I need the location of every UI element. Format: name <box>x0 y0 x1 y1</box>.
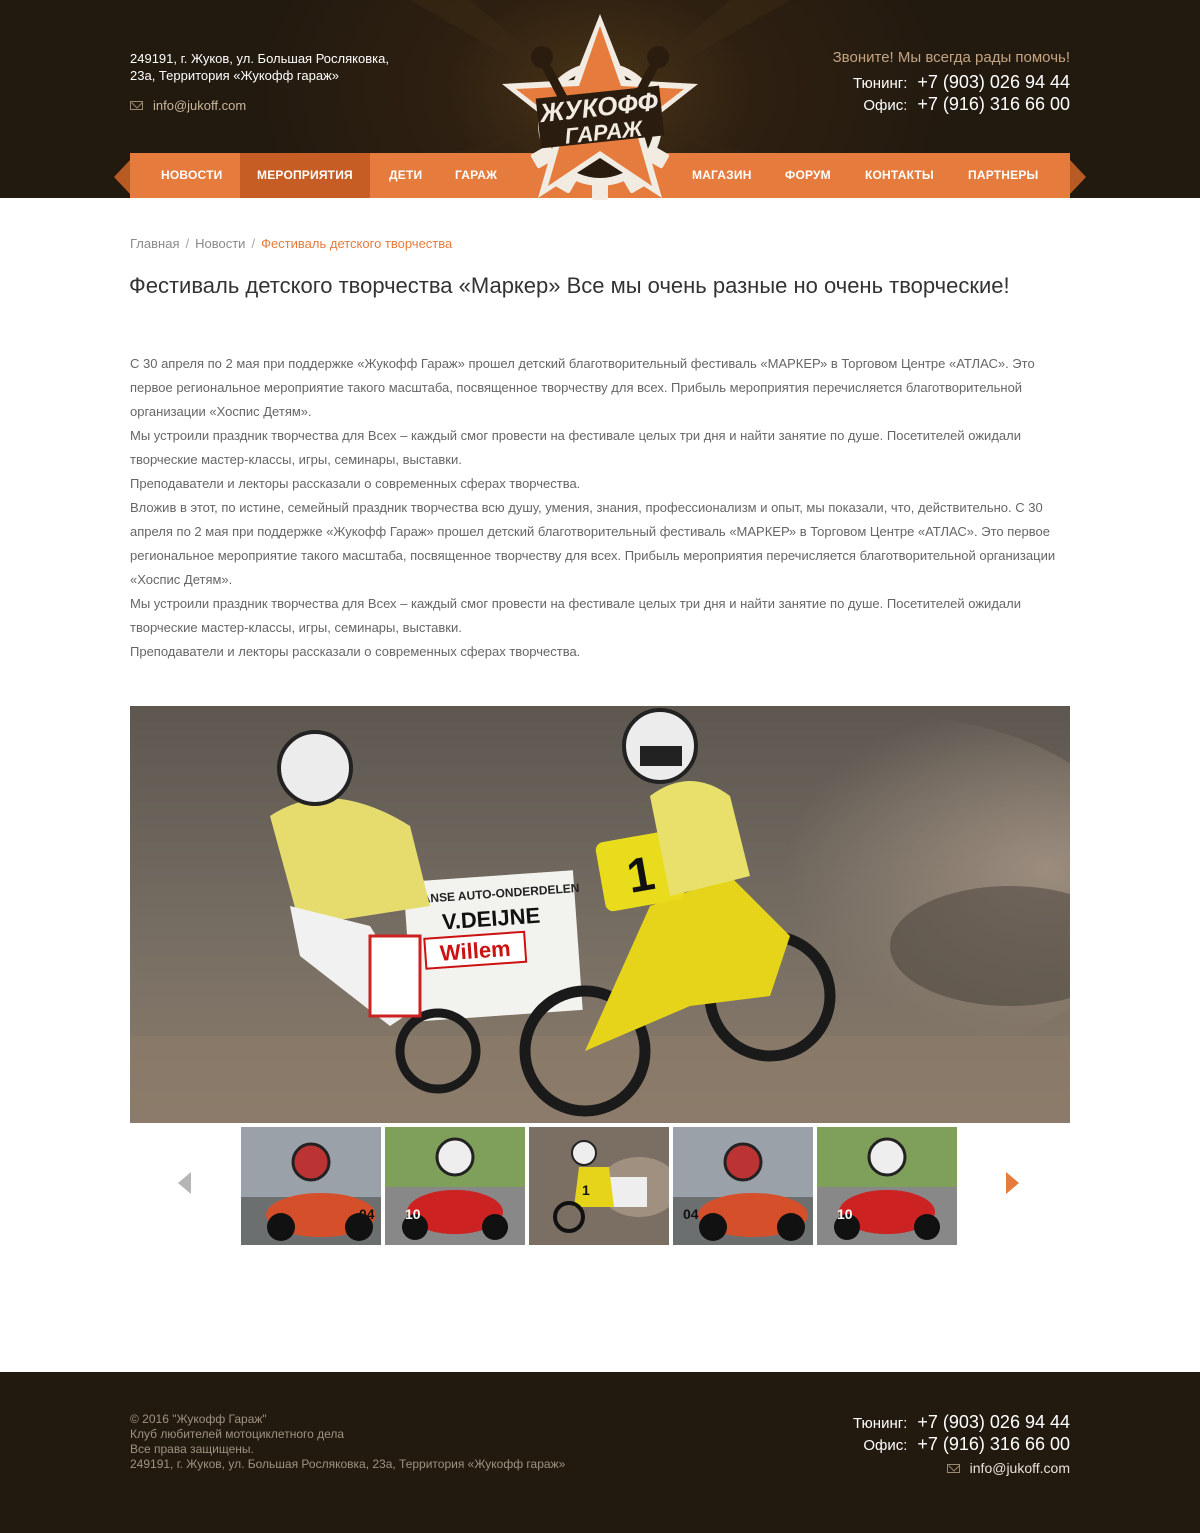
phone-label: Тюнинг: <box>853 75 908 92</box>
sidecar-text-3: Willem <box>439 936 511 966</box>
article-paragraph: Преподаватели и лекторы рассказали о сов… <box>130 476 581 491</box>
breadcrumb: Главная / Новости / Фестиваль детского творч… <box>130 236 452 251</box>
footer-phone-tuning[interactable]: Тюнинг: +7 (903) 026 94 44 <box>853 1412 1070 1434</box>
call-text: Звоните! Мы всегда рады помочь! <box>832 49 1070 66</box>
nav-ribbon-right <box>1070 160 1086 194</box>
phone-label: Тюнинг: <box>853 1415 908 1432</box>
phone-number[interactable]: +7 (916) 316 66 00 <box>917 1434 1070 1455</box>
envelope-icon <box>130 101 143 110</box>
gallery-main-photo[interactable]: JAPANSE AUTO-ONDERDELEN V.DEIJNE Willem … <box>130 706 1070 1123</box>
gallery-thumb[interactable]: 04 <box>673 1127 813 1245</box>
thumb-number: 04 <box>683 1206 699 1222</box>
footer-address: 249191, г. Жуков, ул. Большая Росляковка… <box>130 1457 566 1471</box>
footer-phones: Тюнинг: +7 (903) 026 94 44 Офис: +7 (916… <box>853 1412 1070 1456</box>
breadcrumb-home[interactable]: Главная <box>130 236 179 251</box>
nav-item-contacts[interactable]: Контакты <box>848 153 951 198</box>
phone-office[interactable]: Офис: +7 (916) 316 66 00 <box>853 94 1070 116</box>
page-title: Фестиваль детского творчества «Маркер» В… <box>129 273 1010 298</box>
nav-item-events[interactable]: Мероприятия <box>240 153 370 198</box>
gallery-next-arrow[interactable] <box>1006 1172 1019 1194</box>
article-paragraph: Мы устроили праздник творчества для Всех… <box>130 596 1021 635</box>
gallery-thumb[interactable]: 1 <box>529 1127 669 1245</box>
breadcrumb-current: Фестиваль детского творчества <box>261 236 453 251</box>
header-address: 249191, г. Жуков, ул. Большая Росляковка… <box>130 50 430 84</box>
nav-item-partners[interactable]: Партнеры <box>951 153 1056 198</box>
phone-label: Офис: <box>863 1437 908 1454</box>
nav-item-kids[interactable]: Дети <box>372 153 439 198</box>
gallery-thumbnails: 04 10 1 04 10 <box>241 1127 957 1245</box>
header-email[interactable]: info@jukoff.com <box>130 98 246 113</box>
article-paragraph: С 30 апреля по 2 мая при поддержке «Жуко… <box>130 356 1035 419</box>
address-line-2: 23а, Территория «Жукофф гараж» <box>130 68 339 83</box>
header-email-link[interactable]: info@jukoff.com <box>153 98 246 113</box>
envelope-icon <box>946 1463 960 1473</box>
phone-number[interactable]: +7 (903) 026 94 44 <box>917 72 1070 93</box>
phone-number[interactable]: +7 (916) 316 66 00 <box>917 94 1070 115</box>
site-footer: © 2016 "Жукофф Гараж" Клуб любителей мот… <box>0 1372 1200 1533</box>
article-body: С 30 апреля по 2 мая при поддержке «Жуко… <box>130 352 1075 664</box>
phone-label: Офис: <box>863 97 908 114</box>
sidecar-motocross-photo: JAPANSE AUTO-ONDERDELEN V.DEIJNE Willem … <box>130 706 1070 1123</box>
gallery-thumb[interactable]: 10 <box>817 1127 957 1245</box>
footer-copyright: © 2016 "Жукофф Гараж" <box>130 1412 267 1426</box>
header-phones: Тюнинг: +7 (903) 026 94 44 Офис: +7 (916… <box>853 72 1070 116</box>
thumb-number: 1 <box>582 1182 590 1198</box>
address-line-1: 249191, г. Жуков, ул. Большая Росляковка… <box>130 51 389 66</box>
breadcrumb-separator: / <box>185 236 190 251</box>
footer-email[interactable]: info@jukoff.com <box>946 1460 1070 1476</box>
gallery-thumb[interactable]: 10 <box>385 1127 525 1245</box>
article-paragraph: Преподаватели и лекторы рассказали о сов… <box>130 644 581 659</box>
thumb-number: 10 <box>405 1206 421 1222</box>
article-paragraph: Вложив в этот, по истине, семейный празд… <box>130 500 1056 587</box>
phone-tuning[interactable]: Тюнинг: +7 (903) 026 94 44 <box>853 72 1070 94</box>
phone-number[interactable]: +7 (903) 026 94 44 <box>917 1412 1070 1433</box>
article-paragraph: Мы устроили праздник творчества для Всех… <box>130 428 1021 467</box>
thumb-number: 04 <box>359 1206 375 1222</box>
footer-info: © 2016 "Жукофф Гараж" Клуб любителей мот… <box>130 1412 565 1472</box>
footer-phone-office[interactable]: Офис: +7 (916) 316 66 00 <box>853 1434 1070 1456</box>
nav-item-forum[interactable]: Форум <box>768 153 848 198</box>
footer-club: Клуб любителей мотоциклетного дела <box>130 1427 345 1441</box>
nav-item-news[interactable]: Новости <box>144 153 239 198</box>
thumb-number: 10 <box>837 1206 853 1222</box>
gallery-thumb[interactable]: 04 <box>241 1127 381 1245</box>
breadcrumb-news[interactable]: Новости <box>195 236 245 251</box>
site-logo[interactable]: ЖУКОФФ ГАРАЖ <box>498 12 702 206</box>
footer-email-link[interactable]: info@jukoff.com <box>970 1460 1070 1476</box>
nav-ribbon-left <box>114 160 130 194</box>
gallery-prev-arrow[interactable] <box>178 1172 191 1194</box>
breadcrumb-separator: / <box>251 236 256 251</box>
footer-rights: Все права защищены. <box>130 1442 254 1456</box>
